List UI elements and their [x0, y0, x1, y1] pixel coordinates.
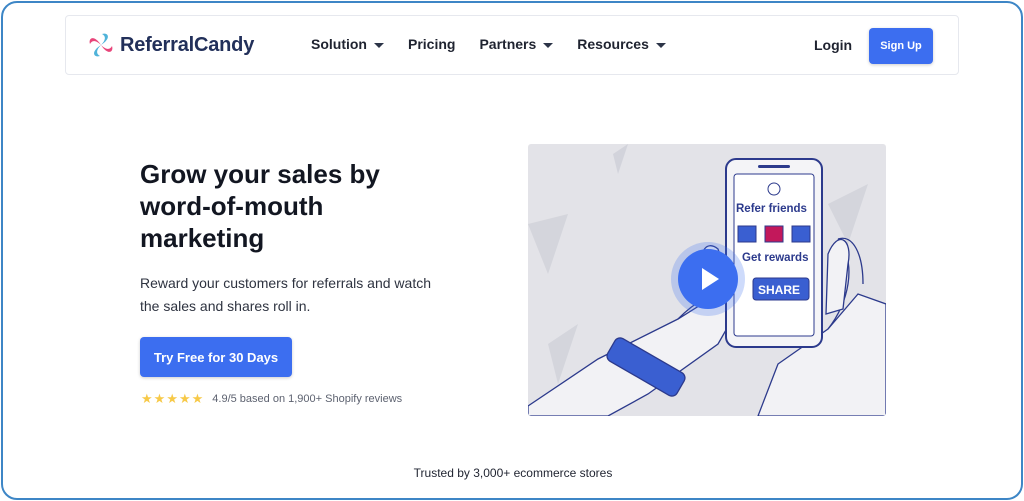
chevron-down-icon: [374, 42, 384, 48]
rating-stars: ★ ★ ★ ★ ★: [141, 391, 204, 407]
nav-solution-label: Solution: [311, 36, 367, 52]
brand-logo[interactable]: ReferralCandy: [86, 30, 254, 60]
try-free-button[interactable]: Try Free for 30 Days: [140, 337, 292, 377]
nav-pricing-label: Pricing: [408, 36, 456, 52]
refer-friends-text: Refer friends: [736, 203, 807, 215]
star-icon: ★: [166, 391, 178, 406]
browser-frame: ReferralCandy Solution Pricing Partners …: [1, 1, 1023, 500]
nav-solution[interactable]: Solution: [311, 36, 384, 52]
play-button[interactable]: [678, 249, 738, 309]
sign-up-button[interactable]: Sign Up: [869, 28, 933, 64]
chevron-down-icon: [543, 42, 554, 48]
hero-headline: Grow your sales by word-of-mouth marketi…: [140, 159, 380, 253]
candy-logo-icon: [89, 33, 113, 57]
main-menu: Solution Pricing Partners Resources: [311, 36, 690, 52]
share-text: SHARE: [758, 283, 800, 297]
star-icon: ★: [141, 391, 153, 406]
hero-subtext: Reward your customers for referrals and …: [140, 275, 431, 314]
rating-text: 4.9/5 based on 1,900+ Shopify reviews: [212, 393, 403, 405]
play-icon: [702, 268, 719, 290]
nav-pricing[interactable]: Pricing: [408, 36, 455, 52]
rating-row: ★ ★ ★ ★ ★ 4.9/5 based on 1,900+ Shopify …: [141, 391, 402, 407]
nav-partners-label: Partners: [479, 36, 537, 52]
get-rewards-text: Get rewards: [742, 252, 808, 264]
video-thumbnail[interactable]: Refer friends Get rewards SHARE: [528, 144, 886, 416]
trusted-by-text: Trusted by 3,000+ ecommerce stores: [413, 466, 613, 480]
login-link[interactable]: Login: [814, 37, 852, 53]
star-icon: ★: [178, 391, 191, 406]
star-icon: ★: [153, 391, 166, 406]
top-navigation: ReferralCandy Solution Pricing Partners …: [65, 15, 959, 75]
nav-resources-label: Resources: [577, 36, 649, 52]
chevron-down-icon: [655, 42, 666, 48]
star-icon: ★: [191, 391, 204, 406]
nav-partners[interactable]: Partners: [479, 36, 554, 52]
brand-name: ReferralCandy: [120, 33, 255, 56]
nav-resources[interactable]: Resources: [577, 36, 666, 52]
